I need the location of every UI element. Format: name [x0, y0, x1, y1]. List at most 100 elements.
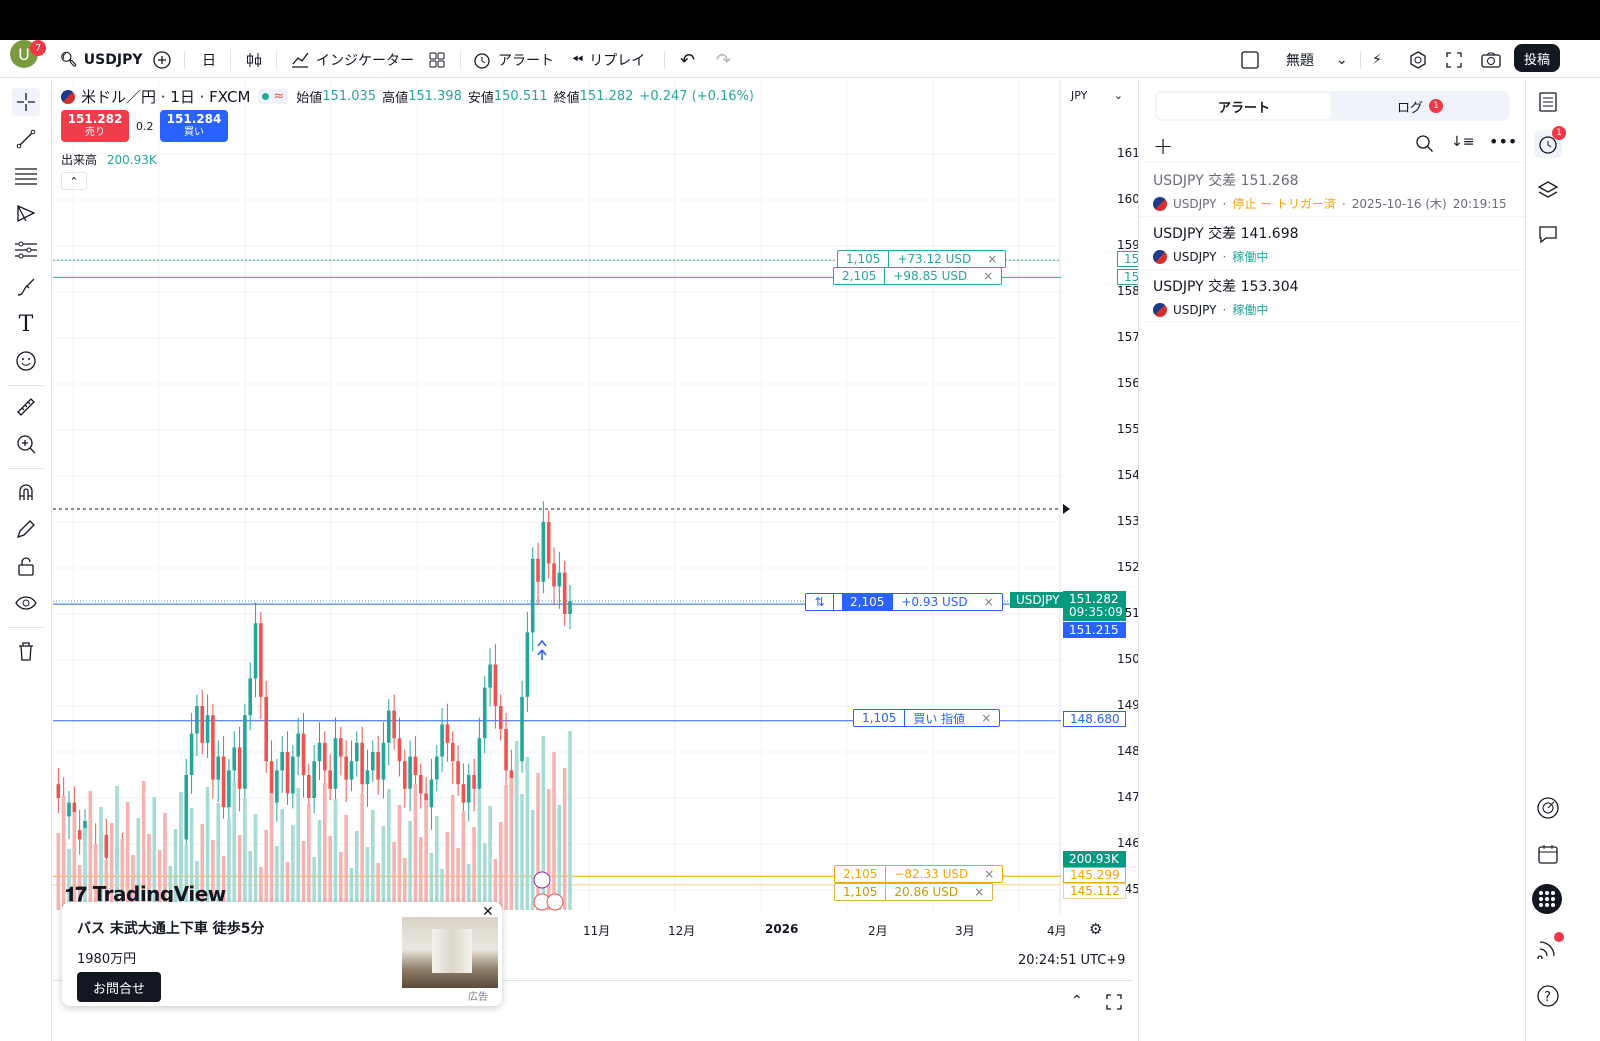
close-icon[interactable]: ×: [976, 594, 1002, 610]
tab-alerts[interactable]: アラート: [1157, 93, 1331, 119]
indicators-button[interactable]: インジケーター: [290, 48, 414, 72]
zoom-tool[interactable]: [12, 430, 40, 458]
screener-button[interactable]: [1534, 794, 1562, 822]
forecast-tool[interactable]: [12, 236, 40, 264]
symbol-search-button[interactable]: 🔍︎ USDJPY: [60, 48, 142, 72]
pencil-lock-icon: [16, 520, 35, 539]
quick-search-button[interactable]: ⚡︎: [1372, 48, 1382, 72]
rewind-icon: ⏪︎: [572, 52, 584, 68]
chart-canvas[interactable]: [53, 80, 1133, 980]
feed-button[interactable]: [1534, 932, 1564, 962]
chats-button[interactable]: [1534, 220, 1562, 248]
candle: [232, 747, 237, 771]
stop-loss-order-1[interactable]: 2,105 −82.33 USD ×: [834, 865, 1004, 883]
volume-bar: [232, 782, 237, 910]
snapshot-button[interactable]: [1480, 48, 1502, 72]
apps-grid-icon: [1539, 891, 1555, 907]
publish-button[interactable]: 投稿: [1514, 44, 1561, 72]
add-alert-button[interactable]: +: [1153, 132, 1173, 160]
object-tree-button[interactable]: [1534, 176, 1562, 204]
trendline-tool[interactable]: [12, 125, 40, 153]
chevron-down-icon: ⌄: [1113, 88, 1123, 102]
maximize-panel-button[interactable]: [1105, 993, 1123, 1015]
buy-limit-order[interactable]: 1,105 買い 指値 ×: [853, 709, 1001, 727]
collapse-legend-button[interactable]: ⌃: [61, 172, 87, 190]
currency-selector[interactable]: JPY ⌄: [1065, 86, 1129, 104]
hide-tool[interactable]: [12, 589, 40, 617]
close-icon[interactable]: ×: [976, 866, 1002, 882]
help-button[interactable]: ?: [1534, 982, 1562, 1010]
fullscreen-button[interactable]: [1444, 48, 1464, 72]
alert-button[interactable]: アラート: [472, 48, 554, 72]
axis-settings-button[interactable]: ⚙: [1089, 920, 1102, 938]
templates-button[interactable]: [428, 48, 446, 72]
magnet-tool[interactable]: [12, 478, 40, 506]
avatar[interactable]: U 7: [10, 40, 46, 68]
layout-name[interactable]: 無題: [1286, 48, 1314, 72]
chart-type-button[interactable]: [244, 48, 264, 72]
more-options-button[interactable]: •••: [1489, 132, 1517, 151]
take-profit-order-1[interactable]: 1,105 +73.12 USD ×: [837, 250, 1007, 268]
candle: [429, 779, 434, 808]
calendar-button[interactable]: [1534, 840, 1562, 868]
clock[interactable]: 20:24:51 UTC+9: [1018, 953, 1125, 968]
interval-button[interactable]: 日: [202, 48, 216, 72]
close-icon[interactable]: ×: [973, 710, 999, 726]
volume-bar: [472, 827, 476, 910]
chart-pane[interactable]: 米ドル／円 · 1日 · FXCM ≈ 始値 151.035 高値 151.398 …: [53, 80, 1181, 980]
apps-button[interactable]: [1532, 884, 1562, 914]
close-icon[interactable]: ×: [979, 251, 1005, 267]
candle: [211, 715, 215, 780]
search-alerts-button[interactable]: [1415, 134, 1435, 158]
fib-tool[interactable]: [12, 162, 40, 190]
crosshair-icon: [17, 93, 35, 111]
add-circle-icon: [153, 51, 171, 69]
crosshair-tool[interactable]: [12, 88, 40, 116]
event-marker: [546, 893, 564, 911]
pattern-tool[interactable]: [12, 199, 40, 227]
volume-bar: [243, 798, 247, 910]
ad-close-button[interactable]: ✕: [482, 904, 494, 920]
reverse-icon[interactable]: ⇅: [806, 594, 834, 610]
close-icon[interactable]: ×: [966, 884, 992, 900]
ad-banner[interactable]: バス 末武大通上下車 徒歩5分 1980万円 お問合せ 広告 ✕: [62, 902, 502, 1006]
text-tool[interactable]: T: [12, 310, 40, 338]
layout-button[interactable]: [1240, 48, 1260, 72]
close-icon[interactable]: ×: [975, 268, 1001, 284]
brush-tool[interactable]: [12, 273, 40, 301]
feed-dot: [1554, 932, 1564, 942]
search-icon: [1416, 135, 1433, 152]
ad-contact-button[interactable]: お問合せ: [77, 972, 162, 1002]
sort-alerts-button[interactable]: ↓≡: [1451, 134, 1474, 150]
watchlist-button[interactable]: [1534, 88, 1562, 116]
expand-panel-button[interactable]: ⌃: [1071, 993, 1083, 1009]
stay-drawing-tool[interactable]: [12, 515, 40, 543]
settings-button[interactable]: [1408, 48, 1428, 72]
lock-tool[interactable]: [12, 552, 40, 580]
undo-button[interactable]: ↶: [680, 48, 695, 72]
market-status[interactable]: ≈: [258, 89, 289, 104]
take-profit-order-2[interactable]: 2,105 +98.85 USD ×: [833, 267, 1003, 285]
time-axis-label: 11月: [583, 924, 611, 938]
candle: [200, 706, 205, 743]
alert-item[interactable]: USDJPY 交差 141.698 USDJPY · 稼働中: [1153, 223, 1513, 265]
ruler-tool[interactable]: [12, 393, 40, 421]
position-line[interactable]: ⇅ 2,105 +0.93 USD ×: [805, 593, 1003, 611]
symbol-title[interactable]: 米ドル／円 · 1日 · FXCM: [81, 86, 250, 107]
alerts-button[interactable]: 1: [1534, 126, 1566, 158]
tab-log[interactable]: ログ 1: [1333, 93, 1507, 119]
chevron-down-icon[interactable]: ⌄: [1336, 48, 1348, 72]
alert-item[interactable]: USDJPY 交差 153.304 USDJPY · 稼働中: [1153, 276, 1513, 318]
symbol-price-tag: USDJPY: [1010, 592, 1066, 608]
compare-button[interactable]: [152, 48, 172, 72]
sell-button[interactable]: 151.282 売り: [61, 110, 129, 142]
stop-loss-order-2[interactable]: 1,105 20.86 USD ×: [834, 883, 994, 901]
replay-button[interactable]: ⏪︎ リプレイ: [572, 48, 645, 72]
volume-bar: [307, 804, 311, 910]
buy-button[interactable]: 151.284 買い: [160, 110, 228, 142]
remove-drawings-tool[interactable]: [12, 637, 40, 665]
alert-item[interactable]: USDJPY 交差 151.268 USDJPY · 停止 ー トリガー済 · 20…: [1153, 170, 1513, 212]
redo-button[interactable]: ↷: [716, 48, 731, 72]
emoji-tool[interactable]: [12, 347, 40, 375]
volume-bar: [504, 785, 508, 910]
